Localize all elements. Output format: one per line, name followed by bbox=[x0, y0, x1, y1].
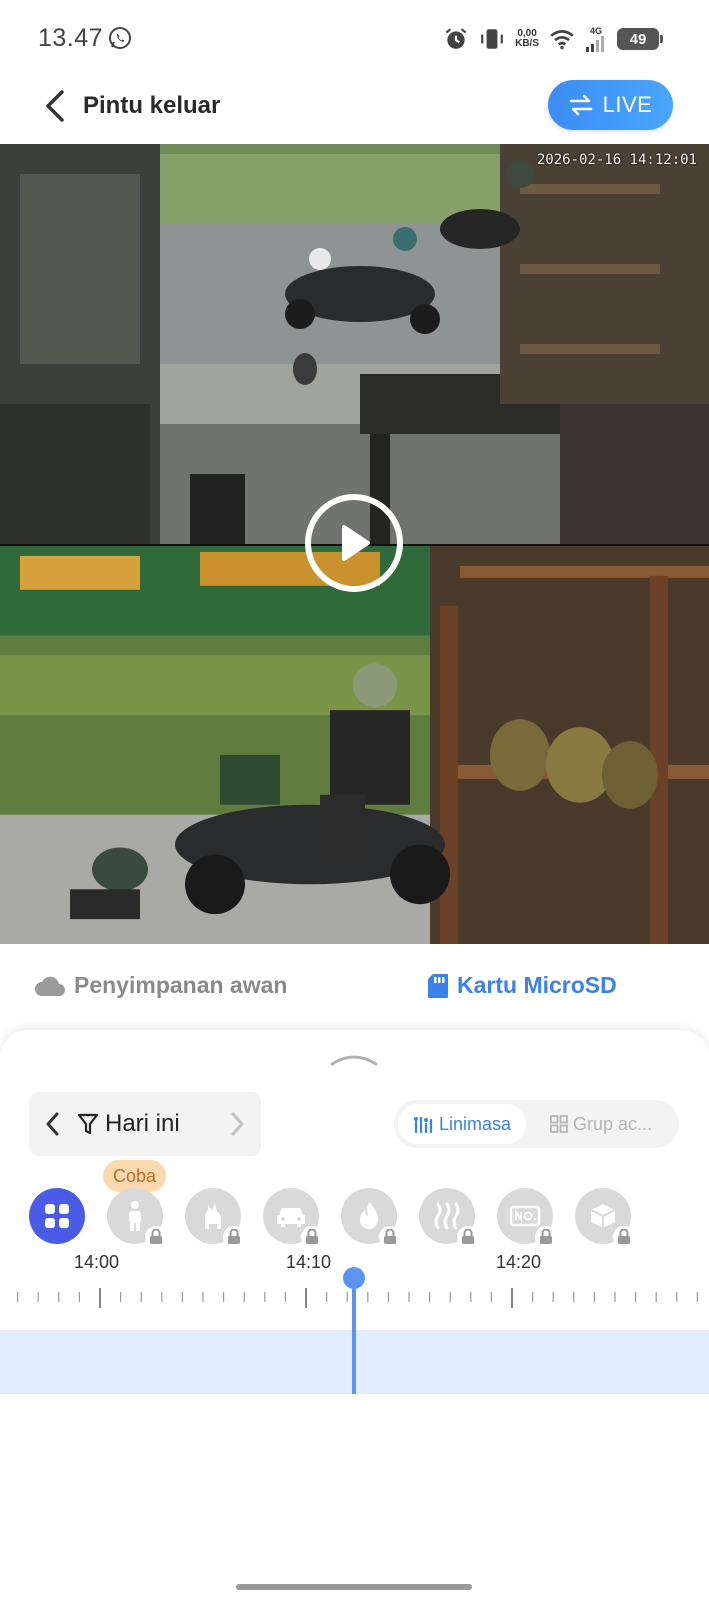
timeline-label: 14:20 bbox=[496, 1252, 542, 1272]
timeline-label: 14:10 bbox=[286, 1252, 332, 1272]
date-label: Hari ini bbox=[105, 1110, 180, 1137]
filter-icon bbox=[77, 1113, 99, 1135]
timeline-cursor-handle[interactable] bbox=[343, 1267, 365, 1289]
no-plate-icon bbox=[509, 1205, 541, 1227]
smoke-icon bbox=[434, 1202, 460, 1230]
filter-all[interactable] bbox=[29, 1188, 85, 1244]
wifi-icon bbox=[550, 30, 574, 50]
live-label: LIVE bbox=[602, 92, 653, 117]
lock-icon bbox=[379, 1226, 401, 1248]
tab-microsd-label: Kartu MicroSD bbox=[457, 972, 617, 998]
chevron-right-icon bbox=[231, 1112, 244, 1136]
date-filter-button[interactable]: Hari ini bbox=[77, 1110, 213, 1138]
timeline-label: 14:00 bbox=[74, 1252, 120, 1272]
lock-icon bbox=[145, 1226, 167, 1248]
play-icon bbox=[342, 525, 370, 561]
grid-icon bbox=[45, 1204, 69, 1228]
pet-icon bbox=[205, 1204, 222, 1229]
switch-arrows-icon bbox=[569, 94, 592, 116]
header: Pintu keluar LIVE bbox=[0, 76, 709, 144]
package-icon bbox=[590, 1204, 616, 1228]
car-icon bbox=[277, 1208, 305, 1227]
date-navigator: Hari ini bbox=[29, 1092, 261, 1156]
lock-icon bbox=[535, 1226, 557, 1248]
view-mode-toggle: Linimasa Grup ac... bbox=[394, 1100, 679, 1148]
tab-activity-group[interactable]: Grup ac... bbox=[526, 1114, 675, 1135]
tab-timeline-label: Linimasa bbox=[438, 1113, 512, 1134]
status-icons: 0,00 KB/S 4G 49 bbox=[443, 24, 663, 54]
camera-feed-top bbox=[0, 144, 709, 544]
back-button[interactable] bbox=[38, 86, 74, 126]
grid-outline-icon bbox=[550, 1115, 568, 1133]
battery-indicator: 49 bbox=[617, 28, 663, 50]
filter-smoke[interactable] bbox=[419, 1188, 479, 1248]
storage-tabs: Penyimpanan awan Kartu MicroSD bbox=[0, 944, 709, 1030]
event-filter-row bbox=[29, 1188, 689, 1248]
whatsapp-icon bbox=[109, 27, 131, 49]
vibrate-icon bbox=[481, 29, 503, 49]
live-button[interactable]: LIVE bbox=[548, 80, 673, 130]
filter-no-plate[interactable] bbox=[497, 1188, 557, 1248]
tab-timeline[interactable]: Linimasa bbox=[398, 1104, 526, 1144]
video-player[interactable]: 2026-02-16 14:12:01 bbox=[0, 144, 709, 944]
lock-icon bbox=[457, 1226, 479, 1248]
timeline-icon bbox=[413, 1116, 433, 1134]
previous-day-button[interactable] bbox=[29, 1092, 77, 1156]
lock-icon bbox=[613, 1226, 635, 1248]
filter-pet[interactable] bbox=[185, 1188, 245, 1248]
cloud-icon bbox=[35, 976, 65, 996]
page-title: Pintu keluar bbox=[83, 92, 221, 119]
next-day-button[interactable] bbox=[213, 1092, 261, 1156]
filter-person[interactable] bbox=[107, 1188, 167, 1248]
tab-activity-group-label: Grup ac... bbox=[572, 1113, 653, 1134]
tab-cloud-label: Penyimpanan awan bbox=[74, 972, 288, 998]
home-indicator[interactable] bbox=[236, 1584, 472, 1590]
filter-package[interactable] bbox=[575, 1188, 635, 1248]
alarm-icon bbox=[445, 28, 467, 49]
status-time: 13.47 bbox=[38, 24, 104, 52]
status-bar: 13.47 0,00 KB/S 4G 49 bbox=[0, 0, 709, 76]
sd-card-icon bbox=[428, 973, 448, 998]
network-speed: 0,00 KB/S bbox=[515, 28, 539, 49]
tab-microsd[interactable]: Kartu MicroSD bbox=[427, 972, 617, 999]
video-timestamp: 2026-02-16 14:12:01 bbox=[536, 152, 697, 168]
fire-icon bbox=[360, 1202, 379, 1229]
play-button[interactable] bbox=[305, 494, 403, 592]
sheet-handle[interactable] bbox=[330, 1052, 378, 1066]
tab-cloud-storage[interactable]: Penyimpanan awan bbox=[34, 972, 287, 999]
lock-icon bbox=[223, 1226, 245, 1248]
lock-icon bbox=[301, 1226, 323, 1248]
cell-signal-icon: 4G bbox=[585, 26, 607, 52]
person-icon bbox=[129, 1201, 141, 1231]
filter-fire[interactable] bbox=[341, 1188, 401, 1248]
playback-sheet: Hari ini Linimasa Grup ac... Coba 14:00 … bbox=[0, 1030, 709, 1600]
camera-feed-bottom bbox=[0, 544, 709, 944]
filter-vehicle[interactable] bbox=[263, 1188, 323, 1248]
chevron-left-icon bbox=[46, 1112, 59, 1136]
timeline-cursor[interactable] bbox=[352, 1276, 356, 1394]
